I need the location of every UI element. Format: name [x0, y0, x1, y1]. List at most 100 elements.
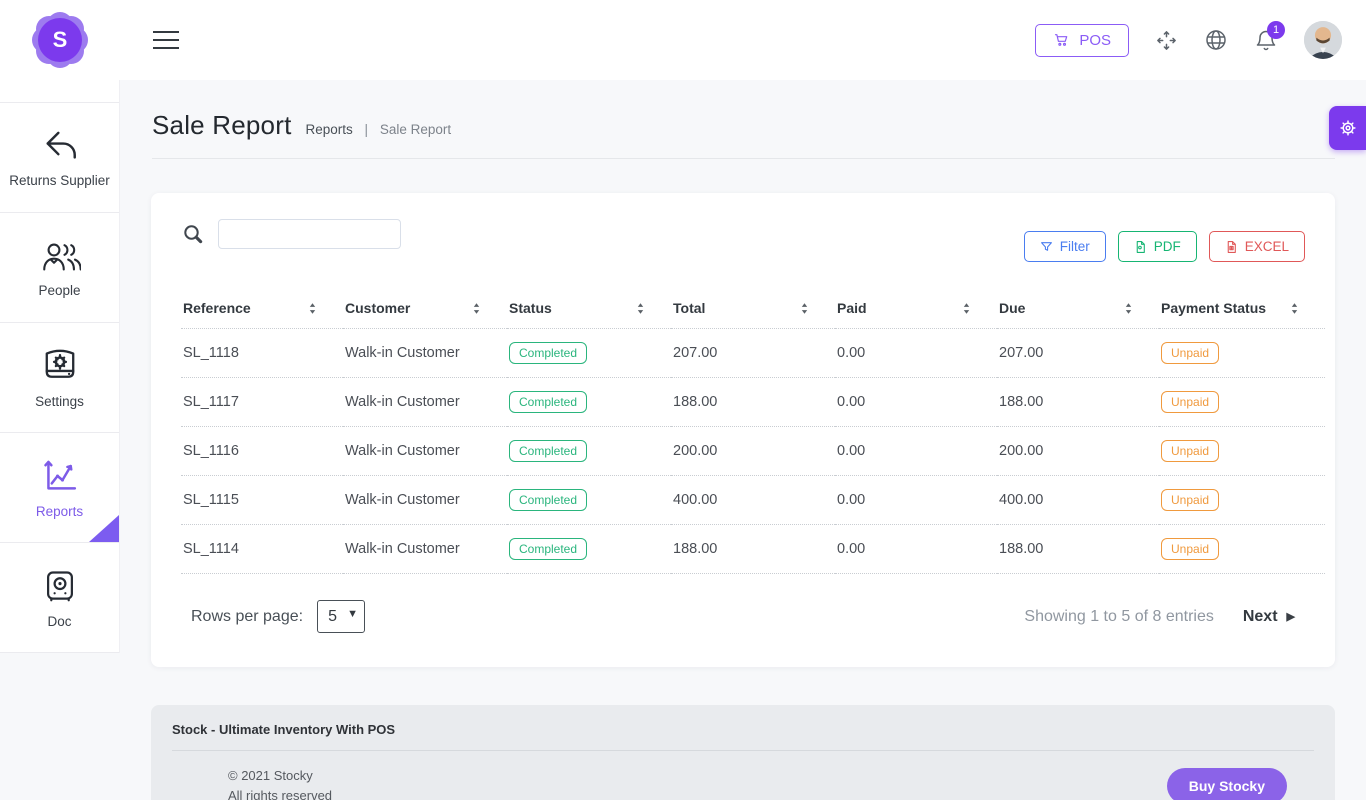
sales-table: Reference Customer Status Total Paid Due… [181, 290, 1325, 574]
excel-button[interactable]: EXCEL [1209, 231, 1305, 262]
payment-status-badge: Unpaid [1161, 489, 1219, 511]
filter-button[interactable]: Filter [1024, 231, 1106, 262]
status-badge: Completed [509, 342, 587, 364]
sidebar-item-label: Reports [36, 504, 83, 519]
theme-settings-button[interactable] [1329, 106, 1366, 150]
cell-total: 188.00 [671, 378, 835, 427]
column-header-paid[interactable]: Paid [835, 290, 997, 329]
payment-status-badge: Unpaid [1161, 538, 1219, 560]
cell-paid: 0.00 [835, 476, 997, 525]
rows-per-page-label: Rows per page: [191, 608, 303, 626]
sidebar-item-settings[interactable]: Settings [0, 323, 119, 433]
report-card: Filter PDF EXCEL [151, 193, 1335, 667]
language-globe-icon[interactable] [1204, 28, 1228, 52]
table-row[interactable]: SL_1116 Walk-in Customer Completed 200.0… [181, 427, 1325, 476]
sidebar-item-returns-supplier[interactable]: Returns Supplier [0, 103, 119, 213]
payment-status-badge: Unpaid [1161, 391, 1219, 413]
sidebar-item-label: People [38, 283, 80, 298]
sort-icon [470, 302, 483, 315]
cell-total: 207.00 [671, 329, 835, 378]
sort-icon [1288, 302, 1301, 315]
cell-paid: 0.00 [835, 427, 997, 476]
column-header-due[interactable]: Due [997, 290, 1159, 329]
sidebar-divider [0, 80, 119, 103]
excel-file-icon [1225, 240, 1238, 254]
sidebar-item-label: Doc [47, 614, 71, 629]
sidebar-item-doc[interactable]: Doc [0, 543, 119, 653]
buy-stocky-button[interactable]: Buy Stocky [1167, 768, 1287, 800]
cell-due: 188.00 [997, 525, 1159, 574]
filter-button-label: Filter [1060, 239, 1090, 254]
gear-icon [1337, 117, 1359, 139]
cell-reference: SL_1116 [181, 427, 343, 476]
cell-due: 400.00 [997, 476, 1159, 525]
page-head-divider [152, 158, 1335, 159]
column-header-payment-status[interactable]: Payment Status [1159, 290, 1325, 329]
user-avatar[interactable] [1304, 21, 1342, 59]
payment-status-badge: Unpaid [1161, 342, 1219, 364]
cell-due: 200.00 [997, 427, 1159, 476]
notifications-bell-icon[interactable]: 1 [1254, 28, 1278, 53]
sort-icon [634, 302, 647, 315]
column-header-reference[interactable]: Reference [181, 290, 343, 329]
cell-paid: 0.00 [835, 525, 997, 574]
top-header: S POS 1 [0, 0, 1366, 80]
stocky-logo-icon: S [32, 12, 88, 68]
column-header-total[interactable]: Total [671, 290, 835, 329]
cell-reference: SL_1117 [181, 378, 343, 427]
cell-customer: Walk-in Customer [343, 427, 507, 476]
sidebar-item-label: Settings [35, 394, 84, 409]
doc-icon [41, 567, 79, 605]
table-row[interactable]: SL_1114 Walk-in Customer Completed 188.0… [181, 525, 1325, 574]
status-badge: Completed [509, 440, 587, 462]
page-footer: Stock - Ultimate Inventory With POS © 20… [151, 705, 1335, 800]
status-badge: Completed [509, 489, 587, 511]
cell-reference: SL_1115 [181, 476, 343, 525]
footer-rights: All rights reserved [228, 786, 332, 800]
cell-reference: SL_1118 [181, 329, 343, 378]
sidebar-nav: Returns Supplier People Settings Reports… [0, 80, 120, 653]
search-input[interactable] [218, 219, 401, 249]
breadcrumb-current: Sale Report [380, 122, 451, 137]
cell-customer: Walk-in Customer [343, 525, 507, 574]
sidebar-item-reports[interactable]: Reports [0, 433, 119, 543]
rows-per-page-select[interactable]: 5 [317, 600, 365, 633]
menu-toggle-icon[interactable] [153, 25, 179, 55]
pdf-button-label: PDF [1154, 239, 1181, 254]
table-row[interactable]: SL_1118 Walk-in Customer Completed 207.0… [181, 329, 1325, 378]
sort-icon [798, 302, 811, 315]
breadcrumb: Reports | Sale Report [306, 122, 452, 137]
payment-status-badge: Unpaid [1161, 440, 1219, 462]
column-header-customer[interactable]: Customer [343, 290, 507, 329]
table-row[interactable]: SL_1115 Walk-in Customer Completed 400.0… [181, 476, 1325, 525]
cell-total: 188.00 [671, 525, 835, 574]
active-corner-indicator [89, 515, 119, 542]
pdf-button[interactable]: PDF [1118, 231, 1197, 262]
fullscreen-icon[interactable] [1155, 29, 1178, 52]
next-page-button[interactable]: Next ▶ [1243, 608, 1295, 626]
column-header-status[interactable]: Status [507, 290, 671, 329]
status-badge: Completed [509, 391, 587, 413]
reports-chart-icon [40, 457, 80, 495]
cell-due: 188.00 [997, 378, 1159, 427]
excel-button-label: EXCEL [1245, 239, 1289, 254]
returns-supplier-icon [40, 128, 80, 164]
breadcrumb-section[interactable]: Reports [306, 122, 353, 137]
cell-total: 400.00 [671, 476, 835, 525]
settings-drive-icon [40, 347, 80, 385]
search-icon [181, 222, 205, 246]
footer-copyright: © 2021 Stocky [228, 766, 332, 786]
logo-box[interactable]: S [0, 0, 120, 80]
sidebar-item-people[interactable]: People [0, 213, 119, 323]
cell-total: 200.00 [671, 427, 835, 476]
cell-reference: SL_1114 [181, 525, 343, 574]
cell-customer: Walk-in Customer [343, 476, 507, 525]
status-badge: Completed [509, 538, 587, 560]
sort-icon [306, 302, 319, 315]
page-title: Sale Report [152, 110, 292, 141]
cart-icon [1053, 32, 1070, 48]
funnel-icon [1040, 240, 1053, 253]
table-row[interactable]: SL_1117 Walk-in Customer Completed 188.0… [181, 378, 1325, 427]
pos-button[interactable]: POS [1035, 24, 1129, 57]
footer-app-title: Stock - Ultimate Inventory With POS [172, 722, 1314, 751]
